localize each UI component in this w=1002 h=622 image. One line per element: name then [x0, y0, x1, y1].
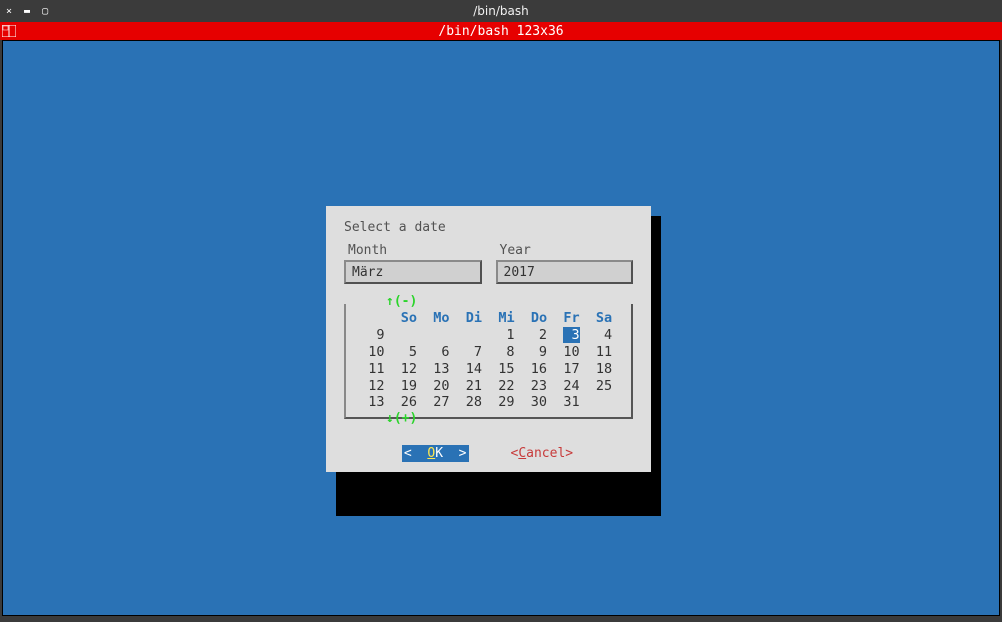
- window-titlebar: × ▬ ▢ /bin/bash: [0, 0, 1002, 22]
- terminal: Select a date Month März Year 2017 ↑(-) …: [2, 40, 1000, 616]
- ok-button[interactable]: < OK >: [402, 445, 469, 462]
- minimize-icon[interactable]: ▬: [24, 6, 30, 17]
- window-title: /bin/bash: [0, 4, 1002, 18]
- dialog-title: Select a date: [344, 220, 633, 235]
- tmux-bar: /bin/bash 123x36: [0, 22, 1002, 40]
- scroll-up-hint: ↑(-): [386, 294, 417, 309]
- calendar-dialog: Select a date Month März Year 2017 ↑(-) …: [326, 206, 651, 472]
- scroll-down-hint: ↓(+): [386, 411, 417, 426]
- close-icon[interactable]: ×: [6, 6, 12, 17]
- cancel-button[interactable]: <Cancel>: [509, 445, 576, 462]
- calendar-grid[interactable]: So Mo Di Mi Do Fr Sa 9 1 2 3 4 10 5 6 7 …: [352, 310, 625, 411]
- maximize-icon[interactable]: ▢: [42, 6, 48, 17]
- tmux-title: /bin/bash 123x36: [0, 24, 1002, 39]
- month-field[interactable]: März: [344, 260, 482, 284]
- year-field[interactable]: 2017: [496, 260, 634, 284]
- year-label: Year: [500, 243, 634, 258]
- month-label: Month: [348, 243, 482, 258]
- calendar[interactable]: ↑(-) So Mo Di Mi Do Fr Sa 9 1 2 3 4 10 5…: [344, 304, 633, 419]
